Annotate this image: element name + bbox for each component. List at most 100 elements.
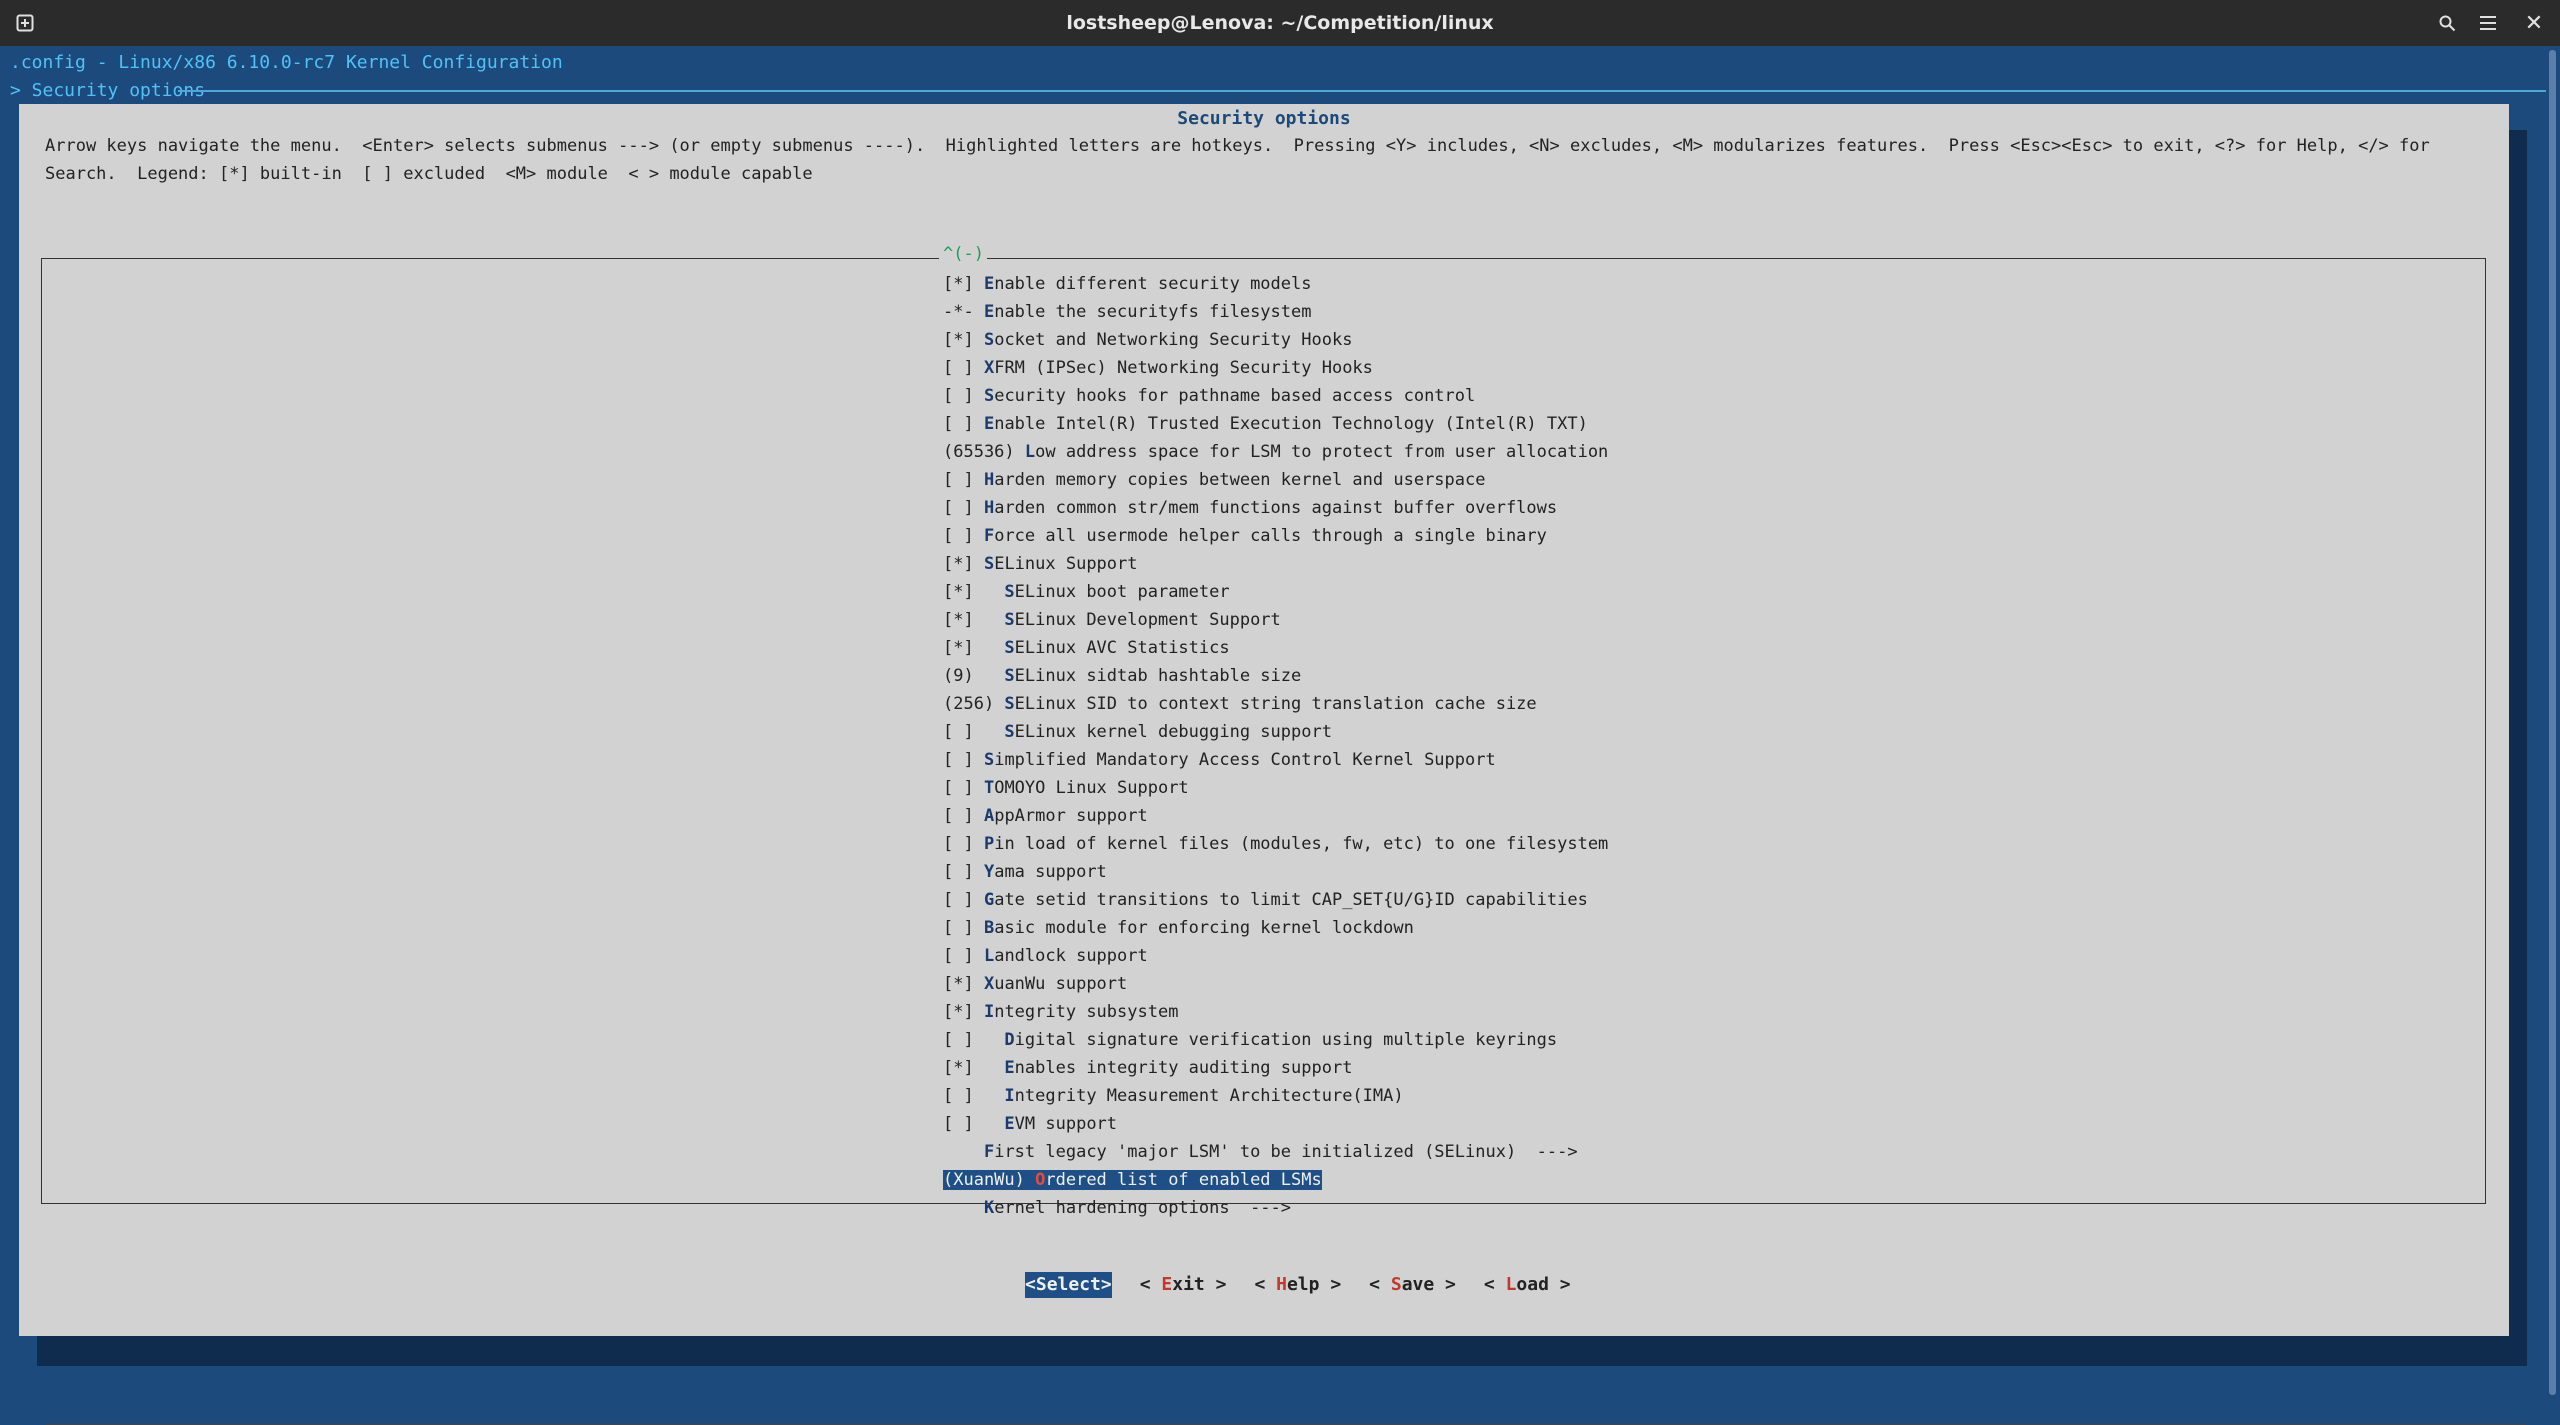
menu-item-state: [ ] <box>943 498 984 518</box>
scroll-up-indicator: ^(-) <box>943 244 984 264</box>
menu-item[interactable]: [ ] Security hooks for pathname based ac… <box>943 382 1608 410</box>
button-bracket: < <box>1139 1274 1162 1295</box>
menu-item[interactable]: [ ] Enable Intel(R) Trusted Execution Te… <box>943 410 1608 438</box>
menu-item-hotkey: S <box>1004 694 1015 714</box>
menu-item-state: [ ] <box>943 470 984 490</box>
breadcrumb: > Security options <box>10 80 206 101</box>
menu-item-hotkey: F <box>983 526 995 546</box>
menu-item-label: ama support <box>994 862 1107 882</box>
menu-item[interactable]: [ ] XFRM (IPSec) Networking Security Hoo… <box>943 354 1608 382</box>
menu-item[interactable]: [ ] Gate setid transitions to limit CAP_… <box>943 886 1608 914</box>
menu-item[interactable]: (65536) Low address space for LSM to pro… <box>943 438 1608 466</box>
menu-item[interactable]: [ ] Integrity Measurement Architecture(I… <box>943 1082 1608 1110</box>
menu-item-state: [*] <box>943 1058 1005 1078</box>
menu-item[interactable]: [ ] Basic module for enforcing kernel lo… <box>943 914 1608 942</box>
menu-item-label: ernel hardening options ---> <box>994 1198 1292 1218</box>
menuconfig-dialog: Security options Arrow keys navigate the… <box>19 104 2526 1425</box>
menu-item-hotkey: S <box>983 750 995 770</box>
menu-item-label: ELinux SID to context string translation… <box>1014 694 1537 714</box>
search-icon[interactable] <box>2432 8 2462 38</box>
hamburger-menu-icon[interactable] <box>2473 8 2503 38</box>
button-label: elp > <box>1286 1274 1342 1295</box>
menu-item-state <box>943 1142 984 1162</box>
menu-item-hotkey: B <box>983 918 995 938</box>
menu-item[interactable]: [ ] EVM support <box>943 1110 1608 1138</box>
menu-item[interactable]: [ ] AppArmor support <box>943 802 1608 830</box>
menu-item-hotkey: S <box>1004 582 1015 602</box>
menu-item-label: in load of kernel files (modules, fw, et… <box>994 834 1609 854</box>
close-icon[interactable]: ✕ <box>2519 8 2549 38</box>
dialog-buttons: <Select> < Exit > < Help > < Save > < Load > <box>1025 1272 1599 1298</box>
menu-item[interactable]: (XuanWu) Ordered list of enabled LSMs <box>943 1166 1608 1194</box>
menu-item-hotkey: S <box>983 330 995 350</box>
menu-item-state: [ ] <box>943 1030 1005 1050</box>
menu-item-label: VM support <box>1014 1114 1118 1134</box>
menu-item[interactable]: [*] Socket and Networking Security Hooks <box>943 326 1608 354</box>
menu-item-label: andlock support <box>994 946 1148 966</box>
menu-item-hotkey: X <box>983 974 995 994</box>
menu-item-state: [*] <box>943 610 1005 630</box>
menu-item-label: orce all usermode helper calls through a… <box>994 526 1547 546</box>
menu-item-hotkey: D <box>1004 1030 1015 1050</box>
menu-item-hotkey: P <box>983 834 995 854</box>
button-help[interactable]: < Help > <box>1254 1272 1341 1298</box>
menu-item[interactable]: [ ] Harden common str/mem functions agai… <box>943 494 1608 522</box>
menu-item[interactable]: First legacy 'major LSM' to be initializ… <box>943 1138 1608 1166</box>
menu-item[interactable]: -*- Enable the securityfs filesystem <box>943 298 1608 326</box>
menu-item-hotkey: T <box>983 778 995 798</box>
menu-item[interactable]: [*] XuanWu support <box>943 970 1608 998</box>
menu-item-hotkey: S <box>983 386 995 406</box>
menu-item[interactable]: [ ] Force all usermode helper calls thro… <box>943 522 1608 550</box>
button-label: oad > <box>1516 1274 1571 1295</box>
menu-item[interactable]: Kernel hardening options ---> <box>943 1194 1608 1222</box>
menu-item[interactable]: [ ] TOMOYO Linux Support <box>943 774 1608 802</box>
menu-list: [*] Enable different security models -*- … <box>943 270 1608 1222</box>
menu-item-state: [ ] <box>943 806 984 826</box>
menu-item[interactable]: [*] Enable different security models <box>943 270 1608 298</box>
menu-item[interactable]: [ ] Pin load of kernel files (modules, f… <box>943 830 1608 858</box>
menu-item[interactable]: [ ] Simplified Mandatory Access Control … <box>943 746 1608 774</box>
menu-item-hotkey: S <box>1004 666 1015 686</box>
button-exit[interactable]: < Exit > <box>1140 1272 1227 1298</box>
menu-item[interactable]: (9) SELinux sidtab hashtable size <box>943 662 1608 690</box>
terminal-scrollbar-thumb[interactable] <box>2549 50 2556 1395</box>
menu-item-label: arden common str/mem functions against b… <box>994 498 1558 518</box>
menu-item[interactable]: [*] Integrity subsystem <box>943 998 1608 1026</box>
menu-item-label: ELinux Development Support <box>1014 610 1281 630</box>
help-text: Arrow keys navigate the menu. <Enter> se… <box>45 136 2440 184</box>
menu-item[interactable]: [*] SELinux Development Support <box>943 606 1608 634</box>
menu-item[interactable]: [ ] Landlock support <box>943 942 1608 970</box>
menu-item-state: (XuanWu) <box>943 1170 1036 1190</box>
button-select[interactable]: <Select> <box>1025 1272 1112 1298</box>
menu-item-hotkey: S <box>1004 638 1015 658</box>
menu-item-label: arden memory copies between kernel and u… <box>994 470 1486 490</box>
menu-item[interactable]: [ ] SELinux kernel debugging support <box>943 718 1608 746</box>
menu-item-hotkey: S <box>983 554 995 574</box>
menu-item[interactable]: [*] SELinux AVC Statistics <box>943 634 1608 662</box>
menu-item-hotkey: O <box>1035 1170 1046 1190</box>
menu-item-label: implified Mandatory Access Control Kerne… <box>994 750 1496 770</box>
menu-item-label: nables integrity auditing support <box>1014 1058 1353 1078</box>
menu-item[interactable]: [ ] Yama support <box>943 858 1608 886</box>
menu-item-state: [ ] <box>943 890 984 910</box>
menu-item[interactable]: [*] SELinux boot parameter <box>943 578 1608 606</box>
menu-item-hotkey: F <box>983 1142 995 1162</box>
menu-item-state: [*] <box>943 330 984 350</box>
button-bracket: < <box>1025 1274 1036 1295</box>
button-load[interactable]: < Load > <box>1484 1272 1571 1298</box>
menu-item-state: (9) <box>943 666 1005 686</box>
window-title: lostsheep@Lenova: ~/Competition/linux <box>1066 12 1494 34</box>
menu-item-label: nable the securityfs filesystem <box>994 302 1312 322</box>
menu-item-state <box>943 1198 984 1218</box>
menu-item[interactable]: [*] SELinux Support <box>943 550 1608 578</box>
menu-item-state: [*] <box>943 974 984 994</box>
menu-item[interactable]: (256) SELinux SID to context string tran… <box>943 690 1608 718</box>
button-hotkey: E <box>1161 1274 1173 1295</box>
menu-item-hotkey: E <box>1004 1114 1015 1134</box>
button-save[interactable]: < Save > <box>1369 1272 1456 1298</box>
menu-item[interactable]: [ ] Harden memory copies between kernel … <box>943 466 1608 494</box>
menu-item[interactable]: [ ] Digital signature verification using… <box>943 1026 1608 1054</box>
menu-item-state: -*- <box>943 302 984 322</box>
menu-item-label: ocket and Networking Security Hooks <box>994 330 1353 350</box>
menu-item[interactable]: [*] Enables integrity auditing support <box>943 1054 1608 1082</box>
